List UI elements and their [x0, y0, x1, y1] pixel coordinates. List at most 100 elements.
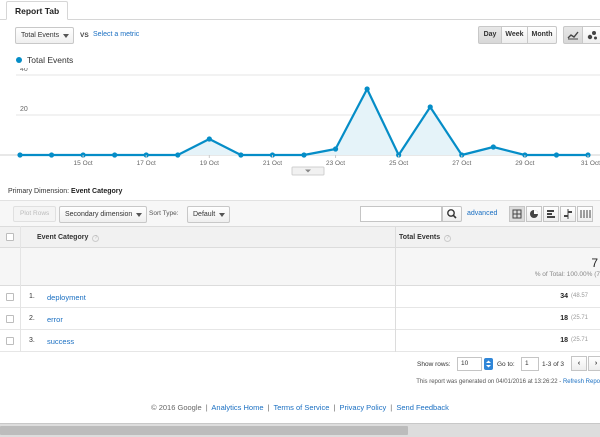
- select-metric-link[interactable]: Select a metric: [93, 31, 139, 38]
- plot-rows-button[interactable]: Plot Rows: [13, 206, 57, 222]
- row-index: 2.: [29, 315, 35, 322]
- metric-select-value: Total Events: [21, 32, 60, 39]
- data-point: [175, 152, 181, 158]
- line-chart-icon: [567, 31, 579, 40]
- chevron-down-icon: [219, 213, 226, 217]
- table-view-comparison-button[interactable]: [560, 206, 576, 222]
- table-search-input[interactable]: [360, 206, 442, 222]
- secondary-dimension-label: Secondary dimension: [65, 211, 133, 218]
- data-point: [206, 136, 212, 142]
- footer-link-analytics-home[interactable]: Analytics Home: [211, 403, 263, 412]
- table-view-pie-button[interactable]: [526, 206, 542, 222]
- data-point: [364, 86, 370, 92]
- scrollbar-thumb[interactable]: [0, 426, 408, 435]
- help-icon[interactable]: ?: [444, 235, 452, 242]
- x-tick-label: 15 Oct: [74, 160, 93, 167]
- search-button[interactable]: [442, 206, 462, 222]
- previous-page-button[interactable]: ‹: [571, 356, 587, 371]
- show-rows-select[interactable]: 10: [457, 357, 482, 371]
- data-point: [553, 152, 560, 158]
- footer-link-terms[interactable]: Terms of Service: [274, 403, 330, 412]
- row-percent: (48.57: [571, 293, 589, 299]
- row-category-link[interactable]: error: [47, 315, 63, 324]
- table-view-performance-button[interactable]: [543, 206, 559, 222]
- period-day-button[interactable]: Day: [478, 26, 502, 44]
- pagination: Show rows: 10 Go to: 1 1-3 of 3 ‹ ›: [0, 352, 600, 378]
- refresh-report-link[interactable]: Refresh Repo: [563, 379, 600, 385]
- column-header-total-events[interactable]: Total Events?: [399, 234, 452, 242]
- table-header: Event Category? Total Events?: [0, 226, 600, 248]
- primary-dimension: Primary Dimension: Event Category: [8, 188, 122, 195]
- vs-label: VS: [80, 32, 89, 39]
- data-point: [427, 104, 433, 110]
- table-totals-row: 7 % of Total: 100.00% (7: [0, 248, 600, 286]
- search-icon: [447, 209, 457, 219]
- chevron-down-icon: [63, 34, 70, 38]
- x-tick-label: 29 Oct: [515, 160, 534, 167]
- row-index: 3.: [29, 337, 35, 344]
- show-rows-label: Show rows:: [417, 361, 451, 368]
- row-checkbox[interactable]: [6, 315, 14, 323]
- data-point: [112, 152, 118, 158]
- report-generated-text: This report was generated on 04/01/2016 …: [416, 379, 563, 385]
- motion-chart-view-button[interactable]: [582, 26, 600, 44]
- row-category-link[interactable]: deployment: [47, 293, 86, 302]
- total-events-percent: % of Total: 100.00% (7: [534, 271, 600, 278]
- row-value: 18: [560, 337, 568, 344]
- show-rows-stepper-icon[interactable]: [484, 358, 493, 370]
- table-toolbar: Plot Rows Secondary dimension Sort Type:…: [0, 200, 600, 226]
- goto-page-input[interactable]: 1: [521, 357, 539, 371]
- row-category-link[interactable]: success: [47, 337, 74, 346]
- column-header-total-events-label: Total Events: [399, 234, 441, 241]
- period-week-button[interactable]: Week: [501, 26, 528, 44]
- total-events-value: 7: [591, 256, 598, 270]
- x-tick-label: 25 Oct: [389, 160, 408, 167]
- table-view-pivot-button[interactable]: [577, 206, 593, 222]
- table-row: 3. success 18 (25.71: [0, 330, 600, 352]
- row-percent: (25.71: [571, 337, 589, 343]
- line-chart-view-button[interactable]: [563, 26, 583, 44]
- advanced-filter-link[interactable]: advanced: [467, 210, 497, 217]
- footer-copyright: © 2016 Google: [151, 403, 202, 412]
- footer-link-feedback[interactable]: Send Feedback: [396, 403, 449, 412]
- secondary-dimension-select[interactable]: Secondary dimension: [59, 206, 148, 223]
- select-all-checkbox[interactable]: [6, 233, 14, 241]
- help-icon[interactable]: ?: [92, 235, 100, 242]
- x-tick-label: 23 Oct: [326, 160, 345, 167]
- y-tick-label: 40: [20, 68, 28, 73]
- series-dot-icon: [16, 57, 22, 63]
- table-view-data-button[interactable]: [509, 206, 525, 222]
- data-point: [301, 152, 307, 158]
- sort-type-label: Sort Type:: [149, 210, 179, 217]
- x-tick-label: 17 Oct: [137, 160, 156, 167]
- column-header-event-category[interactable]: Event Category?: [37, 234, 100, 242]
- bar-chart-icon: [547, 210, 555, 218]
- period-month-button[interactable]: Month: [527, 26, 557, 44]
- data-point: [48, 152, 55, 158]
- chevron-left-icon: ‹: [577, 360, 581, 367]
- column-header-event-category-label: Event Category: [37, 234, 89, 241]
- x-tick-label: 27 Oct: [452, 160, 471, 167]
- table-row: 1. deployment 34 (48.57: [0, 286, 600, 308]
- tab-strip: Report Tab: [0, 0, 600, 20]
- chart-legend: Total Events: [16, 55, 73, 65]
- primary-dimension-value[interactable]: Event Category: [71, 188, 122, 195]
- metric-select[interactable]: Total Events: [15, 27, 75, 44]
- horizontal-scrollbar[interactable]: [0, 423, 600, 437]
- x-tick-label: 19 Oct: [200, 160, 219, 167]
- pie-chart-icon: [530, 210, 538, 218]
- footer-link-privacy[interactable]: Privacy Policy: [340, 403, 387, 412]
- row-checkbox[interactable]: [6, 337, 14, 345]
- row-index: 1.: [29, 293, 35, 300]
- row-value: 18: [560, 315, 568, 322]
- tab-report[interactable]: Report Tab: [6, 1, 69, 20]
- next-page-button[interactable]: ›: [588, 356, 600, 371]
- row-checkbox[interactable]: [6, 293, 14, 301]
- data-point: [238, 152, 244, 158]
- comparison-icon: [564, 209, 572, 219]
- primary-dimension-label: Primary Dimension:: [8, 188, 70, 195]
- y-tick-label: 20: [20, 106, 28, 113]
- table-row: 2. error 18 (25.71: [0, 308, 600, 330]
- column-divider: [395, 226, 396, 352]
- sort-type-select[interactable]: Default: [187, 206, 231, 223]
